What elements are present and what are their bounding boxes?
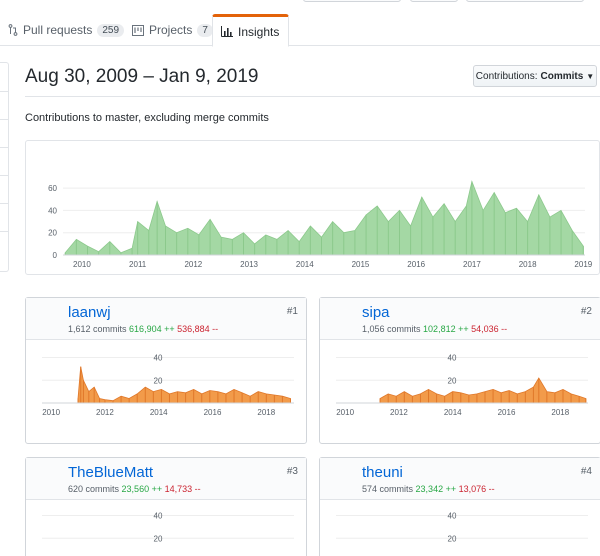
contributor-chart[interactable]: 2040 (26, 500, 306, 556)
contributor-rank: #3 (286, 466, 298, 477)
y-tick-label: 40 (154, 354, 163, 363)
x-tick-label: 2017 (463, 260, 481, 269)
x-tick-label: 2014 (444, 408, 462, 417)
contributor-card-header: TheBlueMatt 620 commits 23,560 ++ 14,733… (26, 458, 306, 500)
tab-counter: 7 (197, 23, 213, 37)
y-tick-label: 20 (154, 534, 163, 543)
graph-icon (221, 26, 233, 37)
additions-count: 23,560 ++ (121, 484, 163, 494)
commit-count-link[interactable]: 574 commits (362, 484, 413, 494)
y-tick-label: 40 (154, 512, 163, 521)
y-tick-label: 40 (48, 206, 57, 215)
y-tick-label: 40 (448, 354, 457, 363)
avatar[interactable] (34, 304, 62, 332)
tab-projects[interactable]: Projects 7 (124, 14, 221, 46)
tab-insights[interactable]: Insights (212, 14, 289, 47)
x-tick-label: 2010 (73, 260, 91, 269)
divider (25, 96, 600, 97)
y-tick-label: 20 (48, 229, 57, 238)
x-tick-label: 2012 (390, 408, 408, 417)
contributor-stats: 1,612 commits 616,904 ++ 536,884 -- (68, 324, 218, 334)
x-tick-label: 2018 (257, 408, 275, 417)
pull-request-icon (8, 24, 18, 36)
tab-counter: 259 (97, 23, 125, 37)
contributor-rank: #1 (286, 306, 298, 317)
contributor-card: laanwj 1,612 commits 616,904 ++ 536,884 … (25, 297, 307, 444)
main-contributions-chart[interactable]: 0 20 40 60 2010 2011 2012 2013 2014 2015 2016 2017 2… (25, 140, 600, 275)
tab-pull-requests[interactable]: Pull requests 259 (0, 14, 132, 46)
commit-count-link[interactable]: 1,056 commits (362, 324, 421, 334)
additions-count: 102,812 ++ (423, 324, 469, 334)
x-tick-label: 2016 (204, 408, 222, 417)
avatar[interactable] (34, 464, 62, 492)
insights-sidebar-edge (0, 62, 9, 272)
contributor-rank: #2 (580, 306, 592, 317)
x-tick-label: 2018 (519, 260, 537, 269)
x-tick-label: 2016 (407, 260, 425, 269)
contributor-card: sipa 1,056 commits 102,812 ++ 54,036 -- … (319, 297, 600, 444)
y-tick-label: 20 (448, 376, 457, 385)
x-tick-label: 2012 (184, 260, 202, 269)
x-tick-label: 2012 (96, 408, 114, 417)
contributor-name-link[interactable]: laanwj (68, 304, 111, 321)
contributor-chart[interactable]: 20 40 2010 2012 2014 2016 2018 (320, 340, 600, 445)
y-tick-label: 0 (53, 251, 58, 260)
x-tick-label: 2014 (150, 408, 168, 417)
tab-label: Pull requests (23, 23, 93, 37)
x-tick-label: 2014 (296, 260, 314, 269)
date-range-title: Aug 30, 2009 – Jan 9, 2019 (25, 66, 259, 87)
contributor-stats: 620 commits 23,560 ++ 14,733 -- (68, 484, 201, 494)
deletions-count: 14,733 -- (164, 484, 201, 494)
contributor-rank: #4 (580, 466, 592, 477)
contributor-card-header: laanwj 1,612 commits 616,904 ++ 536,884 … (26, 298, 306, 340)
additions-count: 616,904 ++ (129, 324, 175, 334)
contributor-name-link[interactable]: theuni (362, 464, 403, 481)
x-tick-label: 2015 (352, 260, 370, 269)
deletions-count: 13,076 -- (458, 484, 495, 494)
avatar[interactable] (328, 304, 356, 332)
contributions-type-dropdown[interactable]: Contributions: Commits ▼ (473, 65, 597, 87)
insights-page: Pull requests 259 Projects 7 Insights Au… (0, 0, 600, 556)
tab-label: Insights (238, 24, 280, 39)
additions-count: 23,342 ++ (415, 484, 457, 494)
contributor-chart[interactable]: 20 40 2010 2012 2014 2016 2018 (26, 340, 306, 445)
contributor-stats: 1,056 commits 102,812 ++ 54,036 -- (362, 324, 507, 334)
commit-count-link[interactable]: 1,612 commits (68, 324, 127, 334)
y-tick-label: 20 (448, 534, 457, 543)
x-tick-label: 2019 (574, 260, 592, 269)
contributor-card-header: sipa 1,056 commits 102,812 ++ 54,036 -- … (320, 298, 600, 340)
contributor-card: TheBlueMatt 620 commits 23,560 ++ 14,733… (25, 457, 307, 556)
commit-count-link[interactable]: 620 commits (68, 484, 119, 494)
deletions-count: 54,036 -- (471, 324, 508, 334)
contributor-name-link[interactable]: sipa (362, 304, 390, 321)
chart-subtitle: Contributions to master, excluding merge… (25, 112, 269, 124)
y-tick-label: 40 (448, 512, 457, 521)
x-tick-label: 2013 (240, 260, 258, 269)
project-icon (132, 24, 144, 36)
dropdown-value: Commits (540, 70, 584, 82)
dropdown-prefix: Contributions: (475, 70, 538, 82)
contributor-card-header: theuni 574 commits 23,342 ++ 13,076 -- #… (320, 458, 600, 500)
contributor-stats: 574 commits 23,342 ++ 13,076 -- (362, 484, 495, 494)
y-tick-label: 60 (48, 184, 57, 193)
x-tick-label: 2011 (129, 260, 147, 269)
deletions-count: 536,884 -- (177, 324, 219, 334)
y-tick-label: 20 (154, 376, 163, 385)
repo-tab-bar: Pull requests 259 Projects 7 Insights (0, 0, 600, 47)
tab-label: Projects (149, 23, 193, 37)
x-tick-label: 2018 (551, 408, 569, 417)
avatar[interactable] (328, 464, 356, 492)
x-tick-label: 2010 (336, 408, 354, 417)
contributor-chart[interactable]: 2040 (320, 500, 600, 556)
x-tick-label: 2016 (498, 408, 516, 417)
contributor-card: theuni 574 commits 23,342 ++ 13,076 -- #… (319, 457, 600, 556)
x-tick-label: 2010 (42, 408, 60, 417)
contributor-name-link[interactable]: TheBlueMatt (68, 464, 153, 481)
caret-down-icon: ▼ (586, 71, 595, 81)
